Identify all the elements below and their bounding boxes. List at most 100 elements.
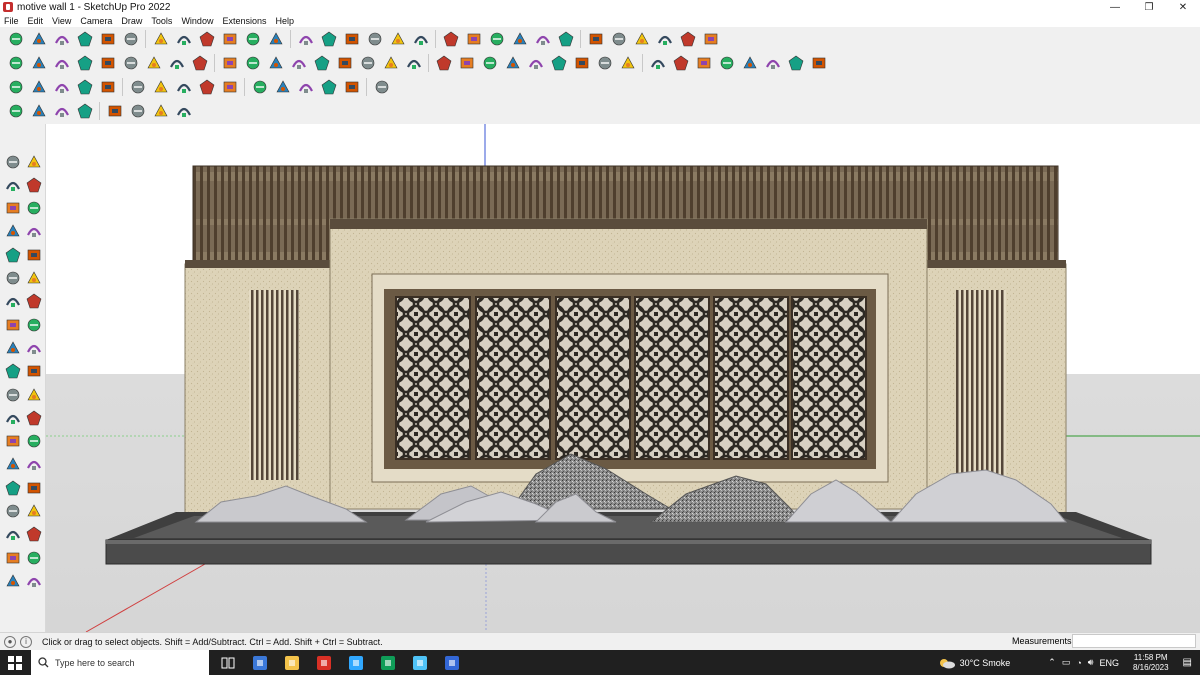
rectangle-button[interactable]: [75, 77, 95, 97]
follow-me-button[interactable]: [52, 53, 72, 73]
polyline-button[interactable]: [52, 77, 72, 97]
tool-components[interactable]: [3, 199, 22, 218]
tool-text[interactable]: [24, 408, 43, 427]
menu-camera[interactable]: Camera: [80, 16, 112, 26]
helix-button[interactable]: [648, 53, 668, 73]
tool-polygon[interactable]: [24, 269, 43, 288]
select-button[interactable]: [29, 29, 49, 49]
sandbox-button[interactable]: [29, 53, 49, 73]
menu-help[interactable]: Help: [275, 16, 294, 26]
sphere-button[interactable]: [503, 53, 523, 73]
zoom-extents-button[interactable]: [388, 29, 408, 49]
taskbar-app-photoshop[interactable]: [346, 653, 365, 672]
model-viewport[interactable]: [46, 124, 1200, 632]
tool-offset[interactable]: [3, 315, 22, 334]
tool-line[interactable]: [3, 222, 22, 241]
chamfer-button[interactable]: [618, 53, 638, 73]
louver-button[interactable]: [151, 101, 171, 121]
intersect-button[interactable]: [98, 53, 118, 73]
loft-button[interactable]: [671, 53, 691, 73]
menu-tools[interactable]: Tools: [151, 16, 172, 26]
tool-push-pull[interactable]: [3, 338, 22, 357]
text-button[interactable]: [296, 29, 316, 49]
taskbar-app-edge[interactable]: [378, 653, 397, 672]
tool-position-camera[interactable]: [3, 525, 22, 544]
components-button[interactable]: [411, 29, 431, 49]
restore-button[interactable]: ❐: [1132, 0, 1166, 14]
weld-button[interactable]: [151, 77, 171, 97]
measurements-input[interactable]: [1072, 634, 1196, 648]
cone-button[interactable]: [480, 53, 500, 73]
tool-section-plane[interactable]: [24, 548, 43, 567]
start-button[interactable]: [0, 650, 30, 675]
explode-button[interactable]: [174, 77, 194, 97]
language-indicator[interactable]: ENG: [1099, 658, 1119, 668]
panel-button[interactable]: [128, 101, 148, 121]
tool-pencil[interactable]: [24, 199, 43, 218]
redo-button[interactable]: [678, 29, 698, 49]
cube-button[interactable]: [75, 53, 95, 73]
tool-move[interactable]: [24, 315, 43, 334]
taskbar-app-photos[interactable]: [410, 653, 429, 672]
tool-follow-me[interactable]: [3, 362, 22, 381]
tool-smoove[interactable]: [24, 571, 43, 590]
align-button[interactable]: [296, 77, 316, 97]
info-icon[interactable]: i: [20, 635, 32, 648]
tool-3d-text[interactable]: [24, 432, 43, 451]
tool-pie[interactable]: [24, 292, 43, 311]
tool-dimension[interactable]: [24, 385, 43, 404]
taskbar-search-box[interactable]: Type here to search: [31, 650, 209, 675]
path-button[interactable]: [6, 101, 26, 121]
extrude-button[interactable]: [717, 53, 737, 73]
orbit-button[interactable]: [174, 29, 194, 49]
curve-button[interactable]: [29, 101, 49, 121]
notifications-icon[interactable]: ▤: [1183, 657, 1192, 668]
tool-circle[interactable]: [3, 269, 22, 288]
tool-zoom-extents[interactable]: [3, 502, 22, 521]
bezier-button[interactable]: [6, 77, 26, 97]
top-view-button[interactable]: [632, 29, 652, 49]
tool-rectangle[interactable]: [3, 245, 22, 264]
taskbar-app-calculator[interactable]: [250, 653, 269, 672]
torus-button[interactable]: [526, 53, 546, 73]
grid-button[interactable]: [572, 53, 592, 73]
fillet-button[interactable]: [595, 53, 615, 73]
tool-zoom-window[interactable]: [24, 478, 43, 497]
arc-button[interactable]: [98, 29, 118, 49]
tool-eraser[interactable]: [24, 175, 43, 194]
text3d-button[interactable]: [128, 77, 148, 97]
mirror-button[interactable]: [250, 77, 270, 97]
roof-button[interactable]: [358, 53, 378, 73]
close-button[interactable]: ✕: [1166, 0, 1200, 14]
tool-orbit[interactable]: [24, 152, 43, 171]
extension-button[interactable]: [533, 29, 553, 49]
polygon-button[interactable]: [98, 77, 118, 97]
minimize-button[interactable]: —: [1098, 0, 1132, 14]
wifi-icon[interactable]: ◔: [1076, 658, 1081, 668]
menu-view[interactable]: View: [52, 16, 71, 26]
tool-tape-measure[interactable]: [3, 385, 22, 404]
frame-button[interactable]: [105, 101, 125, 121]
paint-button[interactable]: [319, 29, 339, 49]
curve-button[interactable]: [243, 53, 263, 73]
geo-location-icon[interactable]: ●: [4, 635, 16, 648]
zoom-button[interactable]: [365, 29, 385, 49]
tool-scale[interactable]: [24, 362, 43, 381]
menu-edit[interactable]: Edit: [28, 16, 44, 26]
tool-previous-view[interactable]: [24, 502, 43, 521]
component-button[interactable]: [220, 77, 240, 97]
stairs-button[interactable]: [404, 53, 424, 73]
offset-button[interactable]: [289, 53, 309, 73]
skin-button[interactable]: [694, 53, 714, 73]
house-button[interactable]: [312, 53, 332, 73]
tool-walk[interactable]: [3, 548, 22, 567]
tool-select[interactable]: [3, 152, 22, 171]
box-button[interactable]: [6, 53, 26, 73]
menu-file[interactable]: File: [4, 16, 19, 26]
distribute-button[interactable]: [319, 77, 339, 97]
front-view-button[interactable]: [586, 29, 606, 49]
volume-icon[interactable]: 🔊︎: [1088, 657, 1094, 668]
label-button[interactable]: [763, 53, 783, 73]
flip-button[interactable]: [266, 53, 286, 73]
chevron-up-icon[interactable]: ⌃: [1048, 657, 1056, 668]
